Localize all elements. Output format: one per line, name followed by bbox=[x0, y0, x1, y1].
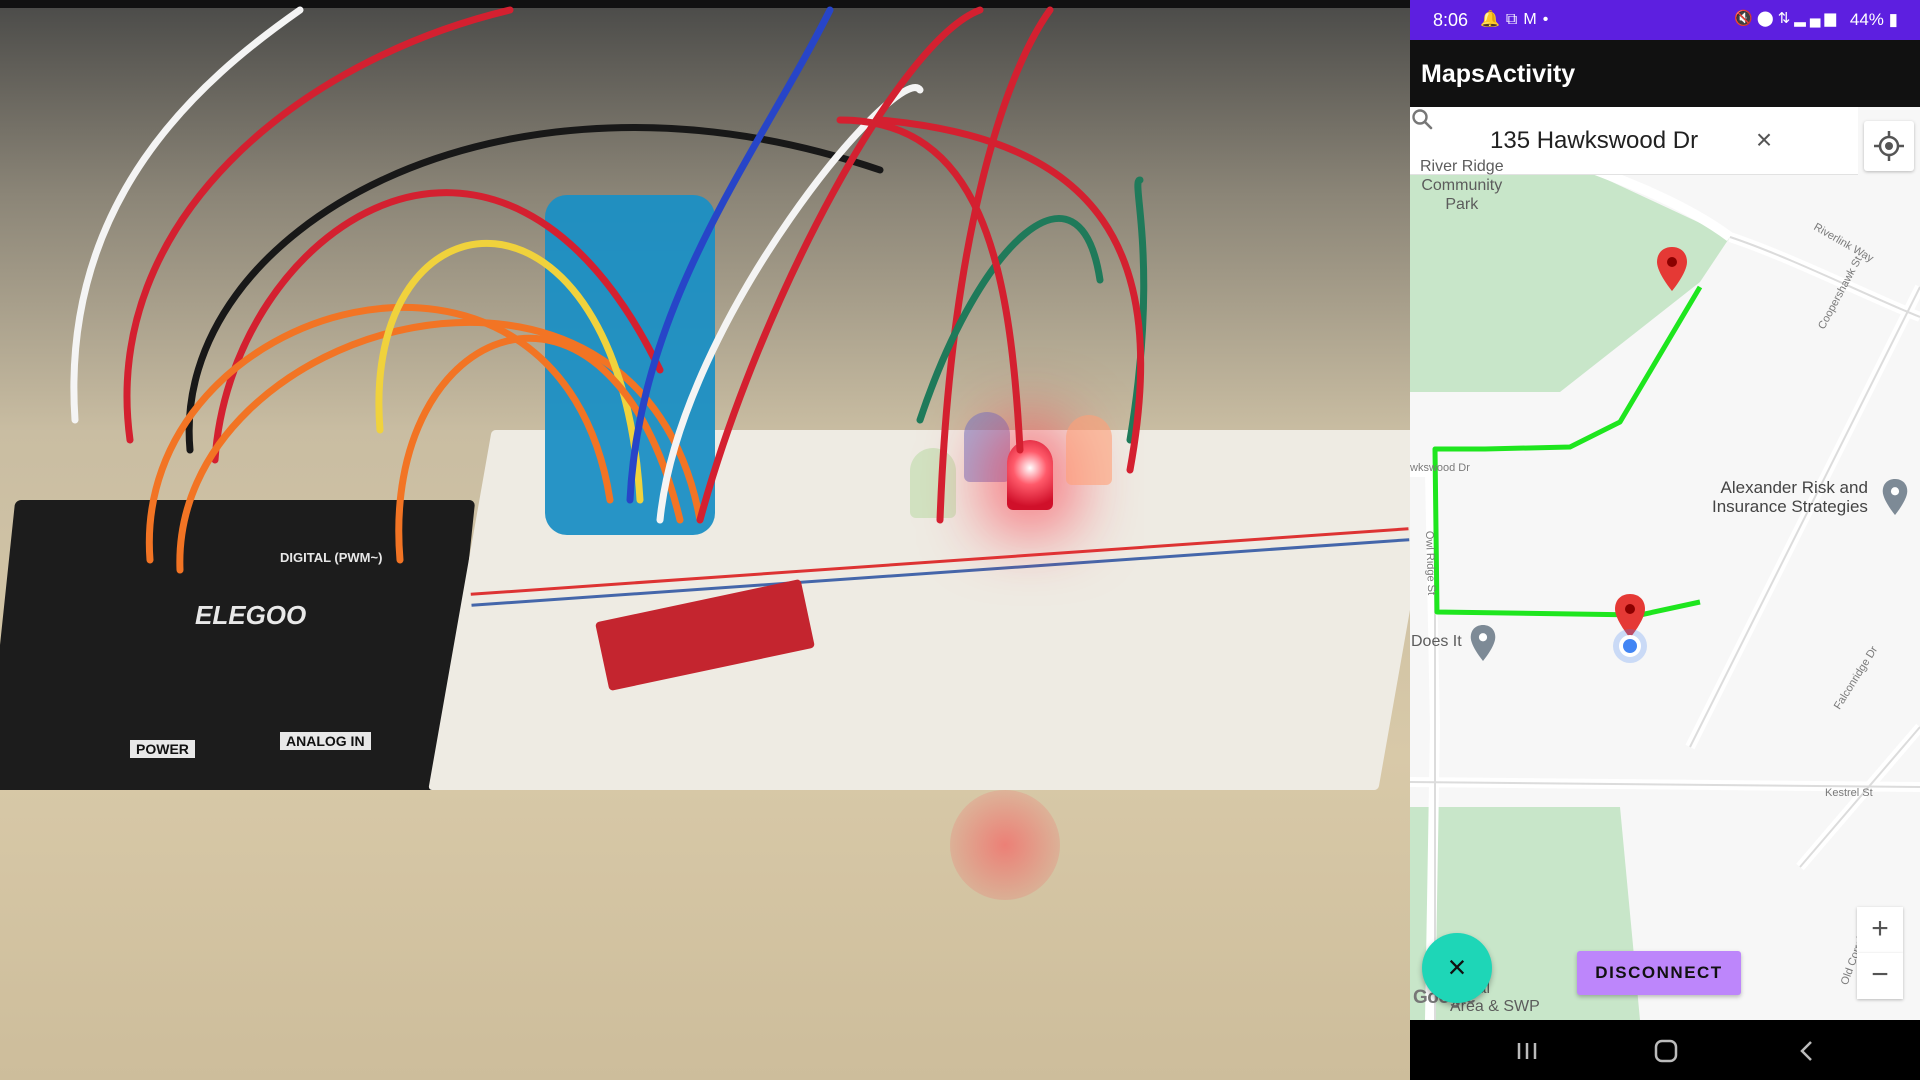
street-label-owlridge: Owl Ridge St bbox=[1422, 530, 1438, 596]
status-notification-icons: 🔔⧉M• bbox=[1480, 9, 1554, 29]
poi-does-it[interactable]: Does It bbox=[1411, 632, 1462, 651]
recents-button[interactable] bbox=[1507, 1034, 1547, 1068]
battery-percent: 44% bbox=[1849, 10, 1884, 29]
back-button[interactable] bbox=[1787, 1034, 1827, 1068]
street-label-kestrel: Kestrel St bbox=[1825, 787, 1873, 799]
wire-red-3 bbox=[696, 6, 984, 524]
status-system-icons: 🔇⬤⇅▂▄▆ bbox=[1734, 9, 1840, 27]
mute-icon: 🔇 bbox=[1734, 10, 1757, 27]
phone-screen: 8:06 🔔⧉M• 🔇⬤⇅▂▄▆ 44% ▮ MapsActivity 135 … bbox=[1410, 0, 1920, 1080]
android-nav-bar bbox=[1410, 1020, 1920, 1080]
origin-marker-icon[interactable] bbox=[1615, 594, 1645, 638]
crosshair-icon bbox=[1874, 131, 1904, 161]
search-icon bbox=[1412, 109, 1433, 130]
signal-icon: ▂▄▆ bbox=[1794, 10, 1840, 27]
recents-icon bbox=[1517, 1043, 1537, 1059]
app-bar: MapsActivity bbox=[1410, 40, 1920, 107]
map-view[interactable]: 135 Hawkswood Dr × River Ridge Community… bbox=[1410, 107, 1920, 1020]
back-icon bbox=[1800, 1041, 1812, 1061]
poi-marker-gray-2-icon bbox=[1470, 625, 1496, 661]
wire-black bbox=[185, 124, 884, 454]
poi-river-ridge-park[interactable]: River Ridge Community Park bbox=[1420, 157, 1504, 214]
destination-marker-icon[interactable] bbox=[1657, 247, 1687, 291]
lte-icon: ⇅ bbox=[1777, 10, 1795, 27]
status-bar: 8:06 🔔⧉M• 🔇⬤⇅▂▄▆ 44% ▮ bbox=[1410, 0, 1920, 40]
gmail-icon: M bbox=[1523, 11, 1543, 28]
app-title: MapsActivity bbox=[1421, 60, 1576, 88]
home-button[interactable] bbox=[1646, 1034, 1686, 1068]
screenshot-icon: ⧉ bbox=[1505, 11, 1524, 28]
current-location-dot bbox=[1619, 635, 1641, 657]
status-time: 8:06 bbox=[1433, 10, 1469, 30]
location-icon: ⬤ bbox=[1756, 10, 1778, 27]
zoom-in-button[interactable]: + bbox=[1857, 907, 1903, 953]
jumper-wires bbox=[70, 6, 1148, 574]
clear-search-icon[interactable]: × bbox=[1750, 126, 1778, 155]
close-fab-button[interactable]: × bbox=[1422, 933, 1492, 1003]
my-location-button[interactable] bbox=[1864, 121, 1914, 171]
zoom-out-button[interactable]: − bbox=[1857, 953, 1903, 999]
camera-video-frame: ELEGOO DIGITAL (PWM~) POWER ANALOG IN bbox=[0, 0, 1410, 1080]
disconnect-button[interactable]: DISCONNECT bbox=[1577, 951, 1741, 995]
dot-icon: • bbox=[1542, 11, 1555, 28]
home-icon bbox=[1654, 1039, 1678, 1063]
bell-icon: 🔔 bbox=[1480, 11, 1506, 28]
wire-white-2 bbox=[656, 84, 924, 524]
wire-orange-2 bbox=[176, 318, 704, 574]
battery-icon: ▮ bbox=[1888, 10, 1898, 29]
poi-marker-gray-icon bbox=[1882, 479, 1908, 515]
poi-alexander-risk[interactable]: Alexander Risk and Insurance Strategies bbox=[1712, 478, 1868, 516]
battery-level: 44% ▮ bbox=[1850, 10, 1898, 30]
street-label-hawkswood: wkswood Dr bbox=[1410, 462, 1470, 474]
search-input[interactable]: 135 Hawkswood Dr bbox=[1490, 127, 1698, 155]
